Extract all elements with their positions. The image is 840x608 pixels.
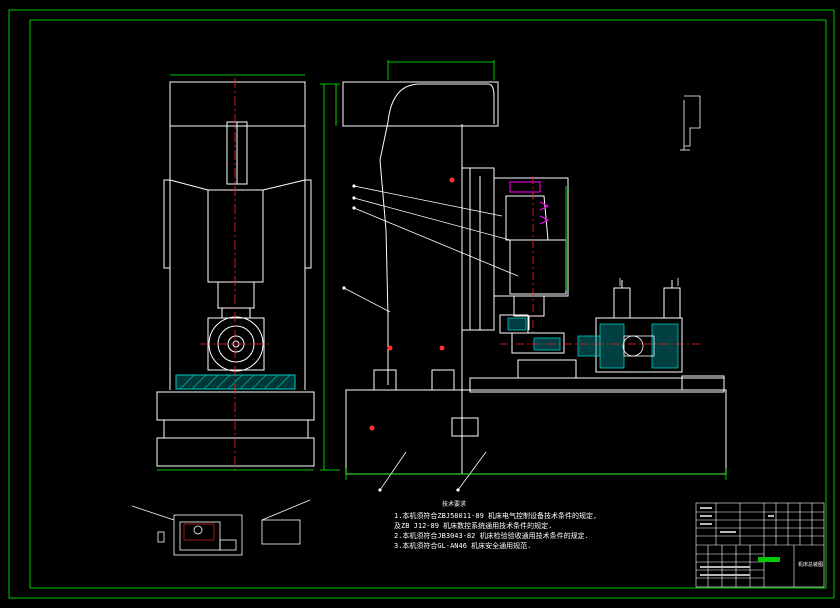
note-line-4: 3.本机须符合GL-AN46 机床安全通用规范. [394,541,531,550]
cad-drawing-canvas: 技术要求 1.本机须符合ZBJ58011-89 机床电气控制设备技术条件的规定,… [0,0,840,604]
title-block-fill [758,557,780,562]
notes-title: 技术要求 [442,500,466,508]
drawing-name: 机床总装图 [798,561,823,568]
note-line-3: 2.本机须符合JB3043-82 机床检验验收通用技术条件的规定. [394,531,589,540]
note-line-2: 及ZB J12-89 机床数控系统通用技术条件的规定. [394,521,552,530]
drawing-sheet: 技术要求 1.本机须符合ZBJ58011-89 机床电气控制设备技术条件的规定,… [0,0,840,604]
note-line-1: 1.本机须符合ZBJ58011-89 机床电气控制设备技术条件的规定, [394,511,597,520]
